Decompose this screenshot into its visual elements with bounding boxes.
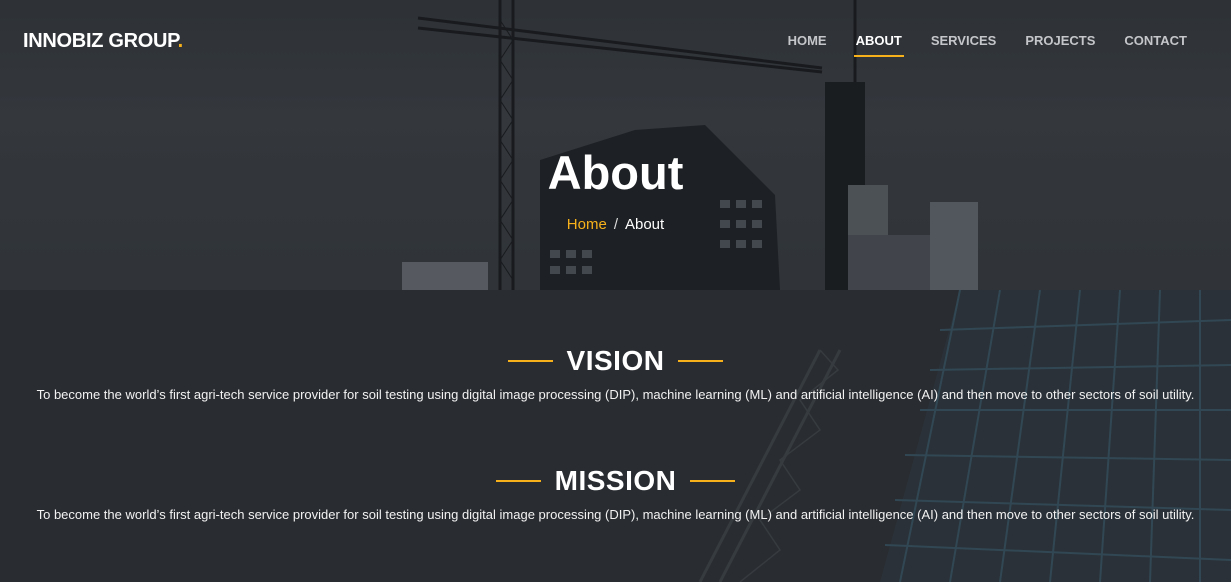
nav-services[interactable]: SERVICES bbox=[931, 33, 997, 56]
vision-heading: VISION bbox=[566, 345, 665, 376]
nav-about[interactable]: ABOUT bbox=[853, 33, 905, 57]
logo-dot: . bbox=[177, 30, 184, 52]
about-content-section: VISION To become the world’s first agri-… bbox=[0, 290, 1231, 582]
vision-text: To become the world’s first agri-tech se… bbox=[36, 387, 1195, 402]
breadcrumb-home-link[interactable]: Home bbox=[567, 216, 607, 233]
site-logo[interactable]: INNOBIZ GROUP. bbox=[23, 30, 183, 53]
mission-heading: MISSION bbox=[554, 465, 677, 496]
breadcrumb-current: About bbox=[624, 216, 665, 233]
heading-line-right bbox=[690, 480, 736, 482]
heading-line-right bbox=[678, 360, 724, 362]
heading-line-left bbox=[495, 480, 541, 482]
mission-text: To become the world’s first agri-tech se… bbox=[36, 507, 1195, 522]
breadcrumb: Home / About bbox=[0, 216, 1231, 233]
vision-section: VISION To become the world’s first agri-… bbox=[0, 345, 1231, 404]
nav-contact[interactable]: CONTACT bbox=[1124, 33, 1187, 56]
nav-projects[interactable]: PROJECTS bbox=[1025, 33, 1095, 56]
heading-line-left bbox=[507, 360, 553, 362]
breadcrumb-separator: / bbox=[613, 216, 618, 233]
page-title: About bbox=[547, 146, 684, 199]
nav-home[interactable]: HOME bbox=[788, 33, 827, 56]
hero-banner: INNOBIZ GROUP. HOME ABOUT SERVICES PROJE… bbox=[0, 0, 1231, 290]
mission-section: MISSION To become the world’s first agri… bbox=[0, 465, 1231, 524]
logo-text: INNOBIZ GROUP bbox=[23, 30, 178, 52]
main-navigation: HOME ABOUT SERVICES PROJECTS CONTACT bbox=[759, 33, 1187, 57]
